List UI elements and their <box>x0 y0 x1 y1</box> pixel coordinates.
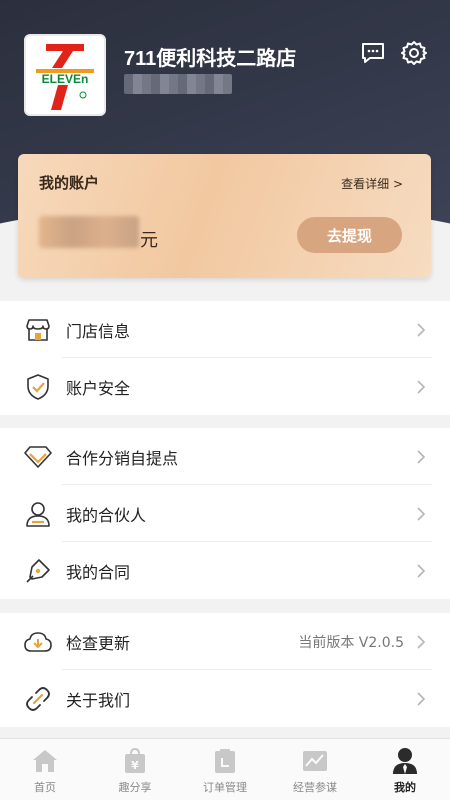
menu-item-my-contract[interactable]: 我的合同 <box>0 542 450 599</box>
menu-group-store: 门店信息 账户安全 <box>0 301 450 415</box>
profile-icon <box>391 747 419 775</box>
cloud-update-icon <box>24 628 52 656</box>
tab-label: 经营参谋 <box>293 781 337 794</box>
chart-icon <box>301 747 329 775</box>
chevron-right-icon <box>417 634 426 649</box>
diamond-icon <box>24 443 52 471</box>
tab-share[interactable]: ¥ 趣分享 <box>90 739 180 800</box>
store-name: 711便利科技二路店 <box>124 48 297 70</box>
gear-icon[interactable] <box>401 40 427 66</box>
chevron-right-icon <box>417 691 426 706</box>
svg-text:ELEVEn: ELEVEn <box>42 72 89 86</box>
menu-label: 合作分销自提点 <box>66 448 179 468</box>
account-card: 我的账户 查看详细 > 元 去提现 <box>18 154 431 278</box>
menu-item-store-info[interactable]: 门店信息 <box>0 301 450 358</box>
chevron-right-icon <box>417 449 426 464</box>
balance-unit: 元 <box>140 230 158 251</box>
menu-label: 我的合同 <box>66 562 131 582</box>
menu-label: 关于我们 <box>66 690 131 710</box>
chevron-right-icon <box>417 563 426 578</box>
seven-eleven-logo: ELEVEn <box>28 38 102 112</box>
menu-group-partner: 合作分销自提点 我的合伙人 我的合同 <box>0 428 450 599</box>
message-icon[interactable] <box>360 40 386 66</box>
current-version: 当前版本 V2.0.5 <box>298 634 404 651</box>
person-icon <box>24 500 52 528</box>
tab-label: 首页 <box>34 781 56 794</box>
store-avatar[interactable]: ELEVEn <box>24 34 106 116</box>
pen-icon <box>24 557 52 585</box>
view-detail-link[interactable]: 查看详细 > <box>341 175 403 192</box>
home-icon <box>31 747 59 775</box>
chevron-right-icon <box>417 322 426 337</box>
bottom-tab-bar: 首页 ¥ 趣分享 订单管理 经营参谋 我的 <box>0 738 450 800</box>
tab-label: 趣分享 <box>118 781 152 794</box>
menu-label: 检查更新 <box>66 633 131 653</box>
menu-item-my-partner[interactable]: 我的合伙人 <box>0 485 450 542</box>
chevron-right-icon <box>417 379 426 394</box>
menu-item-account-security[interactable]: 账户安全 <box>0 358 450 415</box>
tab-label: 我的 <box>394 781 416 794</box>
tab-home[interactable]: 首页 <box>0 739 90 800</box>
store-id-masked <box>124 74 232 94</box>
account-title: 我的账户 <box>39 174 100 192</box>
tab-mine[interactable]: 我的 <box>360 739 450 800</box>
menu-label: 门店信息 <box>66 321 131 341</box>
tab-orders[interactable]: 订单管理 <box>180 739 270 800</box>
withdraw-button[interactable]: 去提现 <box>297 217 402 253</box>
menu-label: 账户安全 <box>66 378 131 398</box>
menu-item-check-update[interactable]: 检查更新 当前版本 V2.0.5 <box>0 613 450 670</box>
menu-label: 我的合伙人 <box>66 505 147 525</box>
menu-item-pickup-point[interactable]: 合作分销自提点 <box>0 428 450 485</box>
link-icon <box>24 685 52 713</box>
share-bag-icon: ¥ <box>121 747 149 775</box>
chevron-right-icon <box>417 506 426 521</box>
store-icon <box>24 316 52 344</box>
menu-item-about-us[interactable]: 关于我们 <box>0 670 450 727</box>
shield-check-icon <box>24 373 52 401</box>
balance-amount-masked <box>39 216 139 248</box>
order-icon <box>211 747 239 775</box>
tab-business[interactable]: 经营参谋 <box>270 739 360 800</box>
tab-label: 订单管理 <box>203 781 247 794</box>
menu-group-app: 检查更新 当前版本 V2.0.5 关于我们 <box>0 613 450 727</box>
svg-text:¥: ¥ <box>131 759 139 772</box>
